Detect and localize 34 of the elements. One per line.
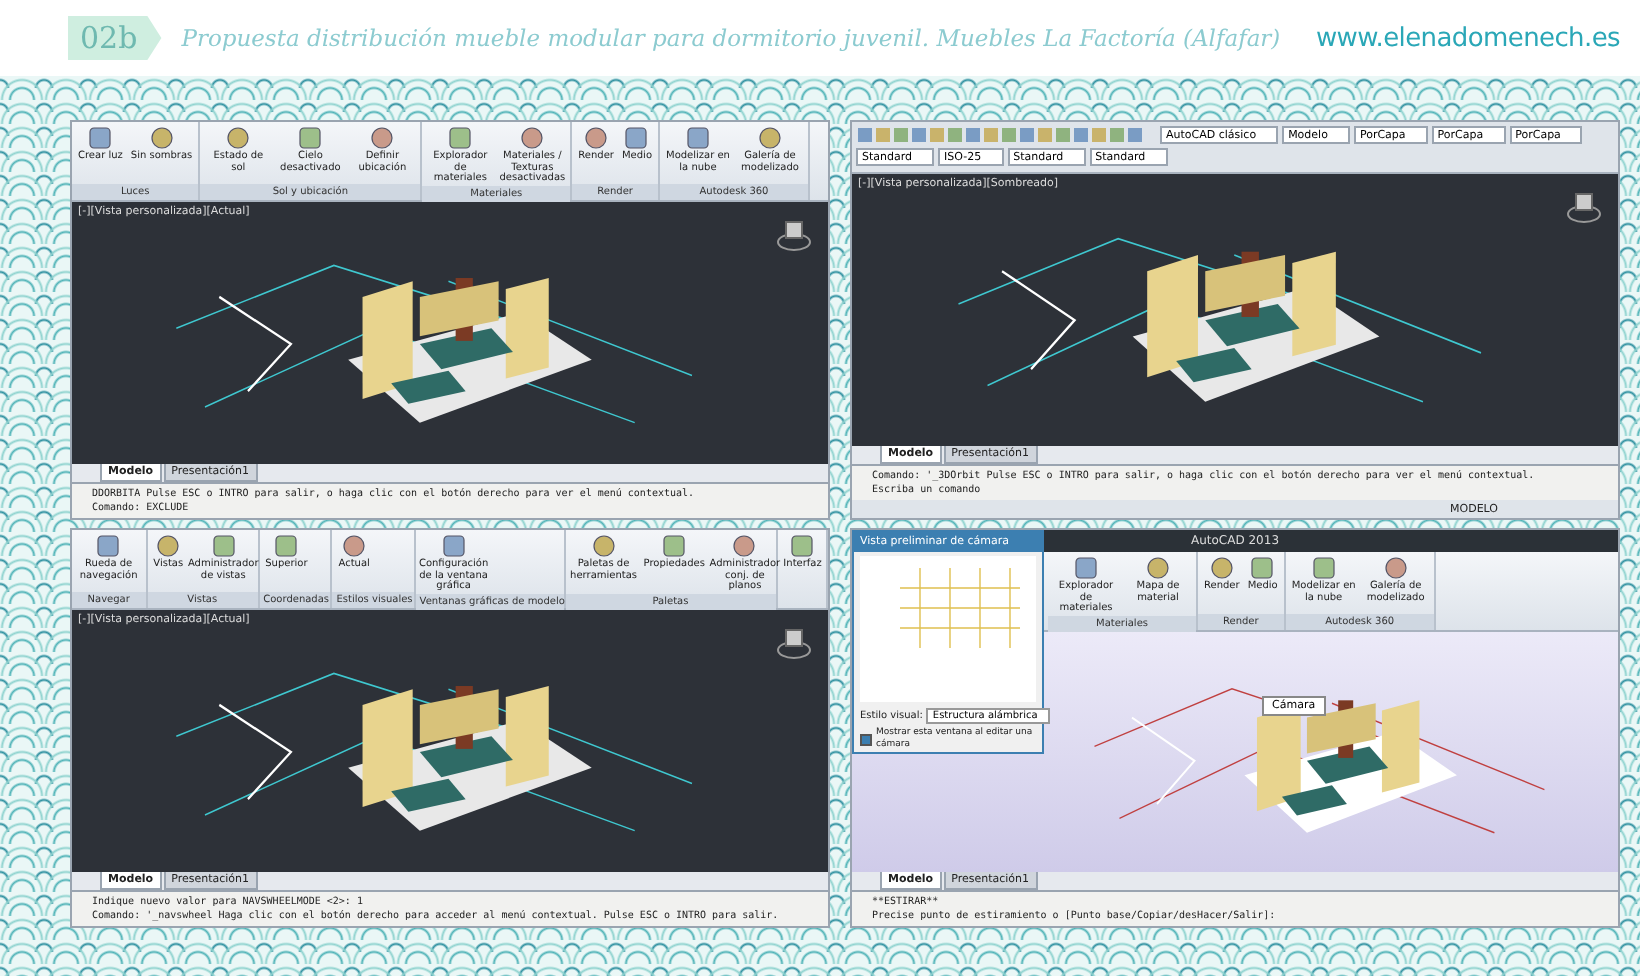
- tool-icon: [211, 534, 236, 558]
- tool-icon: [790, 534, 815, 558]
- tool-icon: [662, 534, 687, 558]
- tool-icon: [1383, 556, 1408, 580]
- tool-icon: [226, 126, 251, 150]
- viewcube-icon[interactable]: [776, 218, 812, 254]
- tool-icon: [584, 126, 609, 150]
- tool-icon: [370, 126, 395, 150]
- page-title: Propuesta distribución mueble modular para dormitorio juvenil. Muebles La Factoría (Alfafar): [181, 24, 1283, 52]
- tool-icon: [1250, 556, 1275, 580]
- checkbox[interactable]: [860, 733, 872, 745]
- wireframe-drawing: [900, 568, 1020, 648]
- viewcube-icon[interactable]: [1566, 190, 1602, 226]
- tool-icon: [156, 534, 181, 558]
- tool-icon: [591, 534, 616, 558]
- tool-icon: [96, 534, 121, 558]
- tool-icon: [149, 126, 174, 150]
- tool-icon: [1074, 556, 1098, 580]
- tool-icon: [342, 534, 367, 558]
- tool-icon: [686, 126, 710, 150]
- tool-icon: [1146, 556, 1170, 580]
- viewcube-icon[interactable]: [776, 626, 812, 662]
- tool-icon: [448, 126, 473, 150]
- tool-icon: [732, 534, 757, 558]
- tool-icon: [298, 126, 323, 150]
- page-number-tag: 02b: [68, 16, 162, 60]
- tool-icon: [441, 534, 466, 558]
- tool-icon: [624, 126, 649, 150]
- tool-icon: [1311, 556, 1336, 580]
- tool-icon: [88, 126, 113, 150]
- tool-icon: [520, 126, 545, 150]
- tool-icon: [758, 126, 782, 150]
- tool-icon: [1209, 556, 1234, 580]
- tool-icon: [274, 534, 299, 558]
